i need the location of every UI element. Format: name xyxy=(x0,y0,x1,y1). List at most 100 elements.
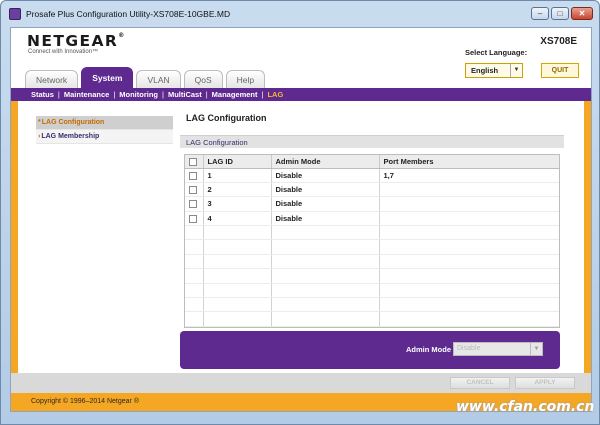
sidebar-item-lag-membership[interactable]: ›LAG Membership xyxy=(36,130,173,144)
empty-cell xyxy=(203,239,272,255)
subnav-management[interactable]: Management xyxy=(212,90,258,99)
tab-help[interactable]: Help xyxy=(225,70,266,89)
admin-mode-label: Admin Mode xyxy=(406,345,451,354)
empty-cell xyxy=(379,268,559,284)
port-members-cell: 1,7 xyxy=(379,168,559,183)
empty-cell xyxy=(203,297,272,313)
empty-cell xyxy=(271,239,380,255)
table-row[interactable]: 2 Disable xyxy=(185,182,559,198)
admin-mode-value: Disable xyxy=(457,345,481,352)
empty-cell xyxy=(203,225,272,241)
table-row[interactable]: 4 Disable xyxy=(185,211,559,227)
active-marker-icon: * xyxy=(38,119,41,126)
column-header-admin-mode: Admin Mode xyxy=(271,155,380,169)
subnav-divider: | xyxy=(261,90,264,99)
row-checkbox[interactable] xyxy=(189,200,197,209)
watermark: www.cfan.com.cn xyxy=(456,399,595,415)
lag-id-cell: 3 xyxy=(203,196,272,212)
empty-row xyxy=(185,254,559,270)
empty-cell xyxy=(271,225,380,241)
cancel-button[interactable]: CANCEL xyxy=(450,377,510,389)
subnav-maintenance[interactable]: Maintenance xyxy=(64,90,109,99)
chevron-down-icon[interactable]: ▼ xyxy=(510,64,522,77)
column-header-lag-id: LAG ID xyxy=(203,155,272,169)
column-header-port-members: Port Members xyxy=(379,155,559,169)
minimize-button[interactable]: – xyxy=(531,7,549,20)
language-select[interactable]: English ▼ xyxy=(465,63,523,78)
subnav-status[interactable]: Status xyxy=(31,90,54,99)
sidebar-item-label: LAG Configuration xyxy=(41,119,105,126)
empty-cell xyxy=(271,283,380,299)
row-select-cell xyxy=(185,211,204,227)
tab-qos[interactable]: QoS xyxy=(183,70,223,89)
empty-cell xyxy=(203,254,272,270)
lag-table: LAG ID Admin Mode Port Members 1 Disable… xyxy=(185,155,559,327)
title-bar: Prosafe Plus Configuration Utility-XS708… xyxy=(1,1,599,27)
language-label: Select Language: xyxy=(465,48,528,57)
lag-id-cell: 1 xyxy=(203,168,272,183)
window-controls: – □ ✕ xyxy=(531,7,593,20)
empty-cell xyxy=(379,283,559,299)
subnav-monitoring[interactable]: Monitoring xyxy=(119,90,158,99)
select-all-checkbox[interactable] xyxy=(189,157,197,166)
quit-button[interactable]: QUIT xyxy=(541,63,579,78)
subnav-multicast[interactable]: MultiCast xyxy=(168,90,202,99)
chevron-down-icon[interactable]: ▼ xyxy=(530,343,542,355)
empty-cell xyxy=(203,268,272,284)
model-name: XS708E xyxy=(540,36,577,47)
brand-tagline: Connect with Innovation™ xyxy=(28,49,99,55)
tab-system[interactable]: System xyxy=(81,67,134,89)
admin-mode-select[interactable]: Disable ▼ xyxy=(453,342,543,356)
row-checkbox[interactable] xyxy=(189,214,197,223)
action-bar: CANCEL APPLY xyxy=(11,373,591,393)
empty-cell xyxy=(271,297,380,313)
lag-table-container: LAG ID Admin Mode Port Members 1 Disable… xyxy=(184,154,560,328)
sub-navigation: Status | Maintenance | Monitoring | Mult… xyxy=(11,88,591,101)
empty-cell xyxy=(379,311,559,327)
empty-cell xyxy=(185,311,204,327)
row-checkbox[interactable] xyxy=(189,171,197,180)
empty-row xyxy=(185,225,559,241)
row-checkbox[interactable] xyxy=(189,186,197,195)
row-select-cell xyxy=(185,182,204,198)
subnav-lag[interactable]: LAG xyxy=(267,90,283,99)
admin-mode-cell: Disable xyxy=(271,196,380,212)
sidebar: *LAG Configuration ›LAG Membership xyxy=(36,116,173,144)
empty-cell xyxy=(185,297,204,313)
apply-button[interactable]: APPLY xyxy=(515,377,575,389)
chevron-right-icon: › xyxy=(38,133,41,140)
close-button[interactable]: ✕ xyxy=(571,7,593,20)
port-members-cell xyxy=(379,196,559,212)
tab-vlan[interactable]: VLAN xyxy=(136,70,181,89)
content-frame: *LAG Configuration ›LAG Membership LAG C… xyxy=(11,101,591,373)
empty-cell xyxy=(379,297,559,313)
empty-cell xyxy=(185,239,204,255)
empty-cell xyxy=(271,268,380,284)
header: NETGEAR® Connect with Innovation™ XS708E… xyxy=(11,28,591,89)
sidebar-item-label: LAG Membership xyxy=(41,133,100,140)
empty-row xyxy=(185,239,559,255)
table-row[interactable]: 1 Disable 1,7 xyxy=(185,168,559,183)
app-window: Prosafe Plus Configuration Utility-XS708… xyxy=(0,0,600,425)
language-value: English xyxy=(471,66,499,75)
empty-cell xyxy=(203,311,272,327)
empty-cell xyxy=(185,225,204,241)
lag-id-cell: 2 xyxy=(203,182,272,198)
admin-mode-cell: Disable xyxy=(271,211,380,227)
empty-cell xyxy=(185,268,204,284)
table-row[interactable]: 3 Disable xyxy=(185,196,559,212)
table-header-row: LAG ID Admin Mode Port Members xyxy=(185,155,559,169)
brand-mark: ® xyxy=(118,32,126,39)
empty-row xyxy=(185,283,559,299)
row-select-cell xyxy=(185,196,204,212)
sidebar-item-lag-configuration[interactable]: *LAG Configuration xyxy=(36,116,173,130)
brand-name: NETGEAR xyxy=(27,32,119,50)
empty-cell xyxy=(203,283,272,299)
empty-cell xyxy=(379,239,559,255)
tab-network[interactable]: Network xyxy=(25,70,79,89)
empty-cell xyxy=(379,254,559,270)
maximize-button[interactable]: □ xyxy=(551,7,569,20)
empty-row xyxy=(185,311,559,327)
main-tabs: Network System VLAN QoS Help xyxy=(25,67,266,89)
empty-row xyxy=(185,268,559,284)
